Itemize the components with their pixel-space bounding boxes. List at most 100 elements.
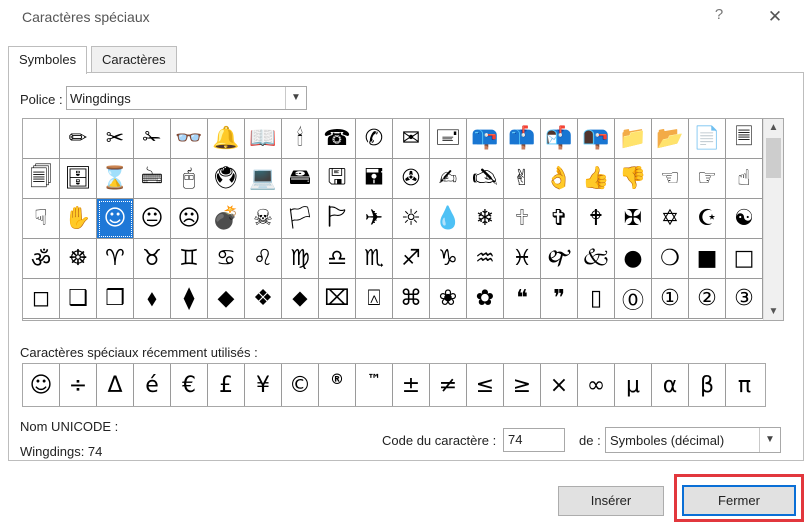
symbol-cell[interactable]: ☸ <box>60 239 97 279</box>
symbol-cell[interactable]: ⌧ <box>319 279 356 319</box>
symbol-cell[interactable]: ☼ <box>393 199 430 239</box>
symbol-cell[interactable]: 🖬 <box>356 159 393 199</box>
symbol-cell[interactable]: ☹ <box>171 199 208 239</box>
symbol-cell[interactable]: ⧫ <box>171 279 208 319</box>
symbol-cell[interactable]: 😐 <box>134 199 171 239</box>
symbol-cell[interactable]: ① <box>652 279 689 319</box>
symbol-cell[interactable]: ♓ <box>504 239 541 279</box>
symbol-cell[interactable]: ✆ <box>356 119 393 159</box>
recent-symbol-cell[interactable]: ± <box>393 364 430 406</box>
from-select[interactable]: Symboles (décimal) ▼ <box>605 427 781 453</box>
symbol-cell[interactable]: ✇ <box>393 159 430 199</box>
symbol-cell[interactable]: 📁 <box>615 119 652 159</box>
symbol-cell[interactable]: 🗄 <box>60 159 97 199</box>
symbol-cell[interactable]: ☝ <box>726 159 763 199</box>
recent-symbol-cell[interactable]: ≠ <box>430 364 467 406</box>
symbol-cell[interactable]: ⬥ <box>282 279 319 319</box>
char-code-input[interactable]: 74 <box>503 428 565 452</box>
symbol-cell[interactable]: ⓪ <box>615 279 652 319</box>
symbol-cell[interactable]: ♒ <box>467 239 504 279</box>
symbol-cell[interactable]: 📪 <box>467 119 504 159</box>
symbol-cell[interactable]: ⌛ <box>97 159 134 199</box>
symbol-cell[interactable]: ☎ <box>319 119 356 159</box>
symbol-cell[interactable]: 🖴 <box>282 159 319 199</box>
symbol-cell[interactable] <box>23 119 60 159</box>
symbol-cell[interactable]: 🏳 <box>282 199 319 239</box>
symbol-cell[interactable]: ♑ <box>430 239 467 279</box>
symbol-cell[interactable]: 🗐 <box>23 159 60 199</box>
symbol-cell[interactable]: ♌ <box>245 239 282 279</box>
symbol-cell[interactable]: ☪ <box>689 199 726 239</box>
symbol-cell[interactable]: ● <box>615 239 652 279</box>
recent-symbol-cell[interactable]: ÷ <box>60 364 97 406</box>
symbol-cell[interactable]: 👍 <box>578 159 615 199</box>
symbol-cell[interactable]: 🕆 <box>504 199 541 239</box>
symbol-cell[interactable]: ❄ <box>467 199 504 239</box>
symbol-cell[interactable]: ✏ <box>60 119 97 159</box>
vertical-scrollbar[interactable]: ▲ ▼ <box>763 119 783 320</box>
tab-symboles[interactable]: Symboles <box>8 46 88 74</box>
symbol-cell[interactable]: □ <box>726 239 763 279</box>
symbol-cell[interactable]: 👎 <box>615 159 652 199</box>
symbol-cell[interactable]: ॐ <box>23 239 60 279</box>
recent-symbol-cell[interactable]: β <box>689 364 726 406</box>
symbol-cell[interactable]: ✉ <box>393 119 430 159</box>
recent-symbol-cell[interactable]: ™ <box>356 364 393 406</box>
symbol-cell[interactable]: ✂ <box>97 119 134 159</box>
symbol-cell[interactable]: ② <box>689 279 726 319</box>
symbol-cell[interactable]: ☠ <box>245 199 282 239</box>
symbol-cell[interactable]: 🙵 <box>578 239 615 279</box>
recent-symbol-cell[interactable]: € <box>171 364 208 406</box>
symbol-cell[interactable]: 👌 <box>541 159 578 199</box>
symbol-cell[interactable]: ⬧ <box>134 279 171 319</box>
symbol-cell[interactable]: 🖫 <box>319 159 356 199</box>
symbol-cell[interactable]: ❞ <box>541 279 578 319</box>
symbol-cell[interactable]: ♎ <box>319 239 356 279</box>
close-icon[interactable]: ✕ <box>762 4 788 30</box>
symbol-cell[interactable]: ♐ <box>393 239 430 279</box>
symbol-cell[interactable]: ♉ <box>134 239 171 279</box>
recent-symbol-cell[interactable]: Δ <box>97 364 134 406</box>
symbol-cell[interactable]: 💻 <box>245 159 282 199</box>
symbol-cell[interactable]: ⌘ <box>393 279 430 319</box>
symbol-cell[interactable]: ✠ <box>615 199 652 239</box>
symbol-cell[interactable]: ✡ <box>652 199 689 239</box>
symbol-cell[interactable]: 🖰 <box>171 159 208 199</box>
symbol-cell[interactable]: 🙰 <box>541 239 578 279</box>
scroll-down-icon[interactable]: ▼ <box>764 303 783 320</box>
symbol-cell[interactable]: ✁ <box>134 119 171 159</box>
scroll-thumb[interactable] <box>766 138 781 178</box>
recent-symbol-cell[interactable]: ≤ <box>467 364 504 406</box>
symbol-cell[interactable]: 🗏 <box>726 119 763 159</box>
recent-symbol-cell[interactable]: ∞ <box>578 364 615 406</box>
symbol-cell[interactable]: 🖮 <box>134 159 171 199</box>
symbol-cell[interactable]: ■ <box>689 239 726 279</box>
symbol-cell[interactable]: ✌ <box>504 159 541 199</box>
symbol-cell[interactable]: 🖎 <box>467 159 504 199</box>
recent-symbol-cell[interactable]: α <box>652 364 689 406</box>
symbol-cell[interactable]: 🖲 <box>208 159 245 199</box>
symbol-cell[interactable]: ◻ <box>23 279 60 319</box>
symbol-cell[interactable]: ◆ <box>208 279 245 319</box>
symbol-cell[interactable]: 🖃 <box>430 119 467 159</box>
insert-button[interactable]: Insérer <box>558 486 664 516</box>
symbol-cell[interactable]: 📭 <box>578 119 615 159</box>
symbol-cell[interactable]: ✿ <box>467 279 504 319</box>
symbol-cell[interactable]: ♏ <box>356 239 393 279</box>
recent-symbol-cell[interactable]: ¥ <box>245 364 282 406</box>
symbol-cell[interactable]: ♈ <box>97 239 134 279</box>
symbol-cell[interactable]: ✋ <box>60 199 97 239</box>
symbol-cell[interactable]: 📄 <box>689 119 726 159</box>
symbol-cell[interactable]: ♊ <box>171 239 208 279</box>
recent-symbol-cell[interactable]: π <box>726 364 763 406</box>
scroll-up-icon[interactable]: ▲ <box>764 119 783 136</box>
symbol-cell[interactable]: ❝ <box>504 279 541 319</box>
symbol-cell[interactable]: ▯ <box>578 279 615 319</box>
recent-symbol-cell[interactable]: ☺ <box>23 364 60 406</box>
symbol-cell[interactable]: ♋ <box>208 239 245 279</box>
recent-symbol-cell[interactable]: £ <box>208 364 245 406</box>
recent-symbol-cell[interactable]: ≥ <box>504 364 541 406</box>
symbol-cell[interactable]: ✍ <box>430 159 467 199</box>
tab-caracteres-speciaux[interactable]: Caractères spéciaux <box>91 46 177 93</box>
symbol-cell[interactable]: ⍓ <box>356 279 393 319</box>
